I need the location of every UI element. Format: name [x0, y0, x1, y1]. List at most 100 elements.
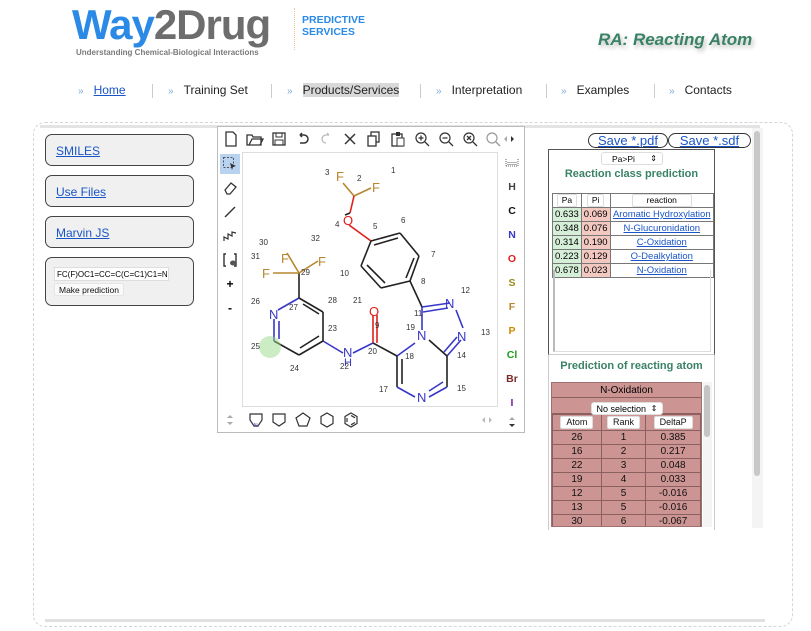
charge-plus-icon[interactable]: +: [221, 275, 239, 293]
nav-contacts-label[interactable]: Contacts: [685, 83, 732, 97]
element-br-button[interactable]: Br: [504, 373, 520, 385]
make-prediction-button[interactable]: Make prediction: [54, 283, 125, 296]
element-p-button[interactable]: P: [504, 325, 520, 337]
copy-icon[interactable]: [365, 130, 383, 148]
sort-pi-button[interactable]: Pi: [586, 194, 605, 207]
use-files-link[interactable]: Use Files: [56, 185, 106, 199]
smiles-input[interactable]: FC(F)OC1=CC=C(C=C1)C1=NN=C2C=NC=C(N12)C(…: [54, 267, 169, 281]
svg-text:3: 3: [325, 168, 330, 177]
nav-contacts[interactable]: » Contacts: [669, 83, 732, 97]
cyclopentane-square-icon[interactable]: [270, 411, 288, 429]
marvin-js-link[interactable]: Marvin JS: [56, 226, 109, 240]
col-header-pi[interactable]: Pi: [580, 193, 611, 208]
table-row[interactable]: 30 6 -0.067: [552, 514, 701, 526]
sort-rank-button[interactable]: Rank: [607, 416, 641, 429]
col-header-deltap[interactable]: DeltaP: [645, 414, 701, 431]
atom-table-scroll-thumb[interactable]: [704, 385, 710, 437]
table-row[interactable]: 22 3 0.048: [552, 458, 701, 473]
sort-pa-button[interactable]: Pa: [556, 194, 578, 207]
table-row[interactable]: 26 1 0.385: [552, 430, 701, 445]
paste-icon[interactable]: [389, 130, 407, 148]
table-row: 0.223 0.129 O-Dealkylation: [552, 249, 715, 264]
eraser-icon[interactable]: [221, 179, 239, 197]
sort-atom-button[interactable]: Atom: [560, 416, 594, 429]
smiles-panel[interactable]: SMILES: [45, 134, 194, 166]
nav-products-services[interactable]: » Products/Services: [287, 83, 400, 97]
element-f-button[interactable]: F: [504, 301, 520, 313]
zoom-fit-icon[interactable]: [484, 130, 502, 148]
periodic-table-icon[interactable]: [504, 157, 520, 170]
element-c-button[interactable]: C: [504, 205, 520, 217]
element-o-button[interactable]: O: [504, 253, 520, 265]
col-header-rank[interactable]: Rank: [600, 414, 647, 431]
sort-deltap-button[interactable]: DeltaP: [653, 416, 693, 429]
nav-interpretation[interactable]: » Interpretation: [436, 83, 522, 97]
reaction-link[interactable]: O-Dealkylation: [631, 251, 693, 262]
table-row[interactable]: 13 5 -0.016: [552, 500, 701, 515]
col-header-reaction[interactable]: reaction: [609, 193, 715, 208]
zoom-out-icon[interactable]: [437, 130, 455, 148]
atom-selection-select[interactable]: No selection ⇕: [590, 402, 663, 415]
element-symbol: Br: [506, 373, 518, 385]
left-scroll-arrows[interactable]: [221, 411, 239, 429]
nav-examples[interactable]: » Examples: [561, 83, 629, 97]
bottom-scroll-arrows[interactable]: [478, 411, 496, 429]
right-panel-scrollbar[interactable]: [752, 128, 763, 528]
svg-text:F: F: [262, 266, 270, 281]
benzene-icon[interactable]: [342, 411, 360, 429]
element-n-button[interactable]: N: [504, 229, 520, 241]
select-icon[interactable]: [220, 154, 240, 174]
table-row[interactable]: 19 4 0.033: [552, 472, 701, 487]
svg-text:8: 8: [421, 277, 426, 286]
atom-table-scrollbar[interactable]: [703, 382, 712, 527]
reaction-link[interactable]: N-Glucuronidation: [623, 223, 700, 234]
pa-pi-filter-select[interactable]: Pa>Pi ⇕: [601, 152, 663, 165]
cyclopentane-icon[interactable]: [294, 411, 312, 429]
toolbar-scroll-arrows[interactable]: [502, 130, 516, 148]
redo-icon[interactable]: [317, 130, 335, 148]
way2drug-logo[interactable]: Way2Drug Understanding Chemical-Biologic…: [72, 4, 365, 58]
reaction-link[interactable]: Aromatic Hydroxylation: [613, 209, 711, 220]
use-files-panel[interactable]: Use Files: [45, 175, 194, 207]
zoom-in-icon[interactable]: [413, 130, 431, 148]
nav-training-set-label[interactable]: Training Set: [184, 83, 248, 97]
zoom-reset-icon[interactable]: [461, 130, 479, 148]
single-bond-icon[interactable]: [221, 203, 239, 221]
cut-icon[interactable]: [341, 130, 359, 148]
right-panel-scroll-thumb[interactable]: [754, 131, 760, 476]
chain-icon[interactable]: [221, 227, 239, 245]
charge-minus-icon[interactable]: -: [221, 299, 239, 317]
undo-icon[interactable]: [294, 130, 312, 148]
nav-home-label[interactable]: Home: [94, 83, 126, 97]
table-row[interactable]: 16 2 0.217: [552, 444, 701, 459]
open-folder-icon[interactable]: [246, 130, 264, 148]
save-sdf-button[interactable]: Save *.sdf: [668, 133, 751, 148]
marvin-js-panel[interactable]: Marvin JS: [45, 216, 194, 248]
col-header-atom[interactable]: Atom: [552, 414, 602, 431]
reacting-atom-table-container[interactable]: N-Oxidation No selection ⇕ Atom Rank Delt…: [551, 382, 702, 527]
save-icon[interactable]: [270, 130, 288, 148]
nav-products-services-label[interactable]: Products/Services: [302, 83, 400, 97]
molecule-canvas[interactable]: F F O N N N N O N H N F F F 321 456 789 …: [242, 152, 498, 407]
nav-training-set[interactable]: » Training Set: [168, 83, 248, 97]
col-header-pa[interactable]: Pa: [552, 193, 582, 208]
pyrrole-template-icon[interactable]: N: [247, 411, 265, 429]
element-cl-button[interactable]: Cl: [504, 349, 520, 361]
element-i-button[interactable]: I: [504, 397, 520, 409]
nav-home[interactable]: » Home: [78, 83, 126, 97]
deltap-cell: -0.016: [645, 500, 701, 515]
reaction-link[interactable]: C-Oxidation: [637, 237, 687, 248]
bracket-icon[interactable]: [221, 251, 239, 269]
sort-reaction-button[interactable]: reaction: [631, 194, 692, 207]
right-scroll-arrows[interactable]: [504, 415, 520, 432]
new-document-icon[interactable]: [222, 130, 240, 148]
save-pdf-button[interactable]: Save *.pdf: [588, 133, 668, 148]
cyclohexane-icon[interactable]: [318, 411, 336, 429]
element-h-button[interactable]: H: [504, 181, 520, 193]
nav-interpretation-label[interactable]: Interpretation: [452, 83, 523, 97]
element-s-button[interactable]: S: [504, 277, 520, 289]
svg-text:18: 18: [405, 352, 414, 361]
smiles-link[interactable]: SMILES: [56, 144, 100, 158]
table-row[interactable]: 12 5 -0.016: [552, 486, 701, 501]
nav-examples-label[interactable]: Examples: [577, 83, 630, 97]
